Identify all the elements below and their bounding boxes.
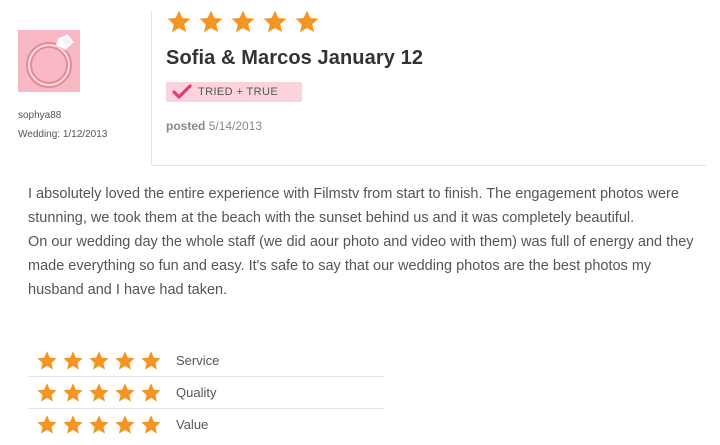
star-icon: [62, 414, 84, 436]
star-icon: [62, 382, 84, 404]
star-icon: [140, 382, 162, 404]
posted-label: posted: [166, 119, 206, 133]
star-icon: [294, 9, 320, 35]
review-body: I absolutely loved the entire experience…: [28, 182, 708, 302]
horizontal-divider: [151, 165, 706, 166]
star-icon: [114, 382, 136, 404]
overall-rating-stars: [166, 9, 320, 35]
category-ratings: Service Quality Value: [28, 345, 384, 440]
avatar[interactable]: [18, 30, 80, 92]
rating-row-quality: Quality: [28, 377, 384, 409]
rating-row-value: Value: [28, 409, 384, 440]
star-icon: [36, 382, 58, 404]
star-icon: [88, 414, 110, 436]
star-icon: [36, 414, 58, 436]
review-paragraph: I absolutely loved the entire experience…: [28, 186, 679, 226]
rating-label-quality: Quality: [176, 385, 217, 400]
rating-row-service: Service: [28, 345, 384, 377]
posted-date-value: 5/14/2013: [208, 119, 263, 133]
quality-rating-stars: [36, 382, 162, 404]
badge-label: TRIED + TRUE: [198, 86, 279, 98]
reviewer-wedding-date: Wedding: 1/12/2013: [18, 129, 108, 140]
star-icon: [114, 350, 136, 372]
posted-date: posted 5/14/2013: [166, 119, 262, 133]
star-icon: [88, 382, 110, 404]
rating-label-service: Service: [176, 353, 220, 368]
rating-label-value: Value: [176, 417, 209, 432]
tried-true-badge: TRIED + TRUE: [166, 82, 302, 102]
star-icon: [36, 350, 58, 372]
star-icon: [114, 414, 136, 436]
value-rating-stars: [36, 414, 162, 436]
star-icon: [62, 350, 84, 372]
star-icon: [198, 9, 224, 35]
star-icon: [166, 9, 192, 35]
check-icon: [172, 84, 192, 99]
review-title: Sofia & Marcos January 12: [166, 47, 424, 69]
service-rating-stars: [36, 350, 162, 372]
ring-icon: [18, 30, 80, 92]
vertical-divider: [151, 10, 152, 165]
star-icon: [140, 414, 162, 436]
star-icon: [262, 9, 288, 35]
star-icon: [140, 350, 162, 372]
star-icon: [88, 350, 110, 372]
star-icon: [230, 9, 256, 35]
review-paragraph: On our wedding day the whole staff (we d…: [28, 234, 694, 298]
reviewer-username[interactable]: sophya88: [18, 110, 61, 121]
